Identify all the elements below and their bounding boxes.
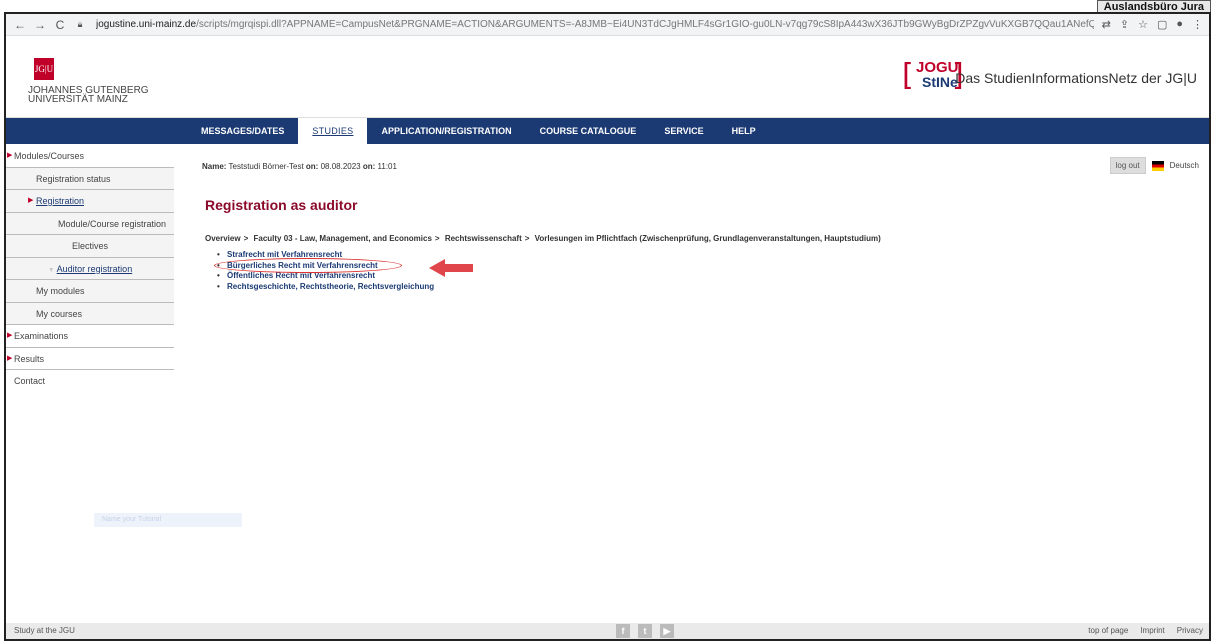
breadcrumb: Overview > Faculty 03 - Law, Management, … (205, 234, 881, 243)
browser-toolbar: ← → C 🔒︎ jogustine.uni-mainz.de/scripts/… (6, 14, 1209, 36)
profile-icon[interactable]: ● (1176, 18, 1183, 31)
social-links: f t ▶ (616, 624, 674, 638)
youtube-icon[interactable]: ▶ (660, 624, 674, 638)
footer-links: top of page Imprint Privacy (1088, 623, 1203, 639)
page-title: Registration as auditor (205, 197, 358, 213)
bracket-left-icon: [ (902, 58, 914, 93)
name-value: Teststudi Börner-Test (228, 162, 304, 171)
back-icon[interactable]: ← (12, 18, 28, 32)
footer-study-link[interactable]: Study at the JGU (14, 623, 75, 639)
nav-messages[interactable]: MESSAGES/DATES (187, 118, 298, 144)
nav-help[interactable]: HELP (718, 118, 770, 144)
sidebar-item-contact[interactable]: Contact (6, 370, 174, 393)
sidebar-label: Module/Course registration (58, 218, 167, 229)
sidebar-item-registration[interactable]: ▶ Registration (6, 190, 174, 213)
login-date: 08.08.2023 (320, 162, 361, 171)
sidebar-label: Registration (36, 196, 85, 206)
breadcrumb-separator: > (434, 234, 440, 243)
breadcrumb-item[interactable]: Rechtswissenschaft (445, 234, 522, 243)
sidebar-item-modules-courses[interactable]: ▶ Modules/Courses (6, 145, 174, 168)
language-link[interactable]: Deutsch (1170, 161, 1199, 170)
sidebar-label: Results (14, 353, 45, 364)
red-arrow-annotation (429, 259, 473, 277)
address-bar[interactable]: jogustine.uni-mainz.de/scripts/mgrqispi.… (96, 17, 1094, 33)
sidepanel-icon[interactable]: ▢ (1157, 18, 1167, 31)
sidebar-item-my-courses[interactable]: My courses (6, 302, 174, 325)
content-area: ▶ Modules/Courses Registration status ▶ Re… (6, 145, 1209, 623)
sidebar-item-module-course-registration[interactable]: Module/Course registration (6, 212, 174, 235)
triangle-right-icon: ▶ (28, 197, 34, 204)
nav-catalogue[interactable]: COURSE CATALOGUE (526, 118, 651, 144)
breadcrumb-separator: > (243, 234, 249, 243)
name-label: Name: (202, 162, 227, 171)
sidebar-label: Contact (14, 376, 46, 386)
sidebar-label: My courses (36, 308, 83, 319)
main-nav: MESSAGES/DATES STUDIES APPLICATION/REGIS… (6, 118, 1209, 144)
jgu-logo[interactable]: JG|U (34, 58, 54, 80)
nav-application[interactable]: APPLICATION/REGISTRATION (367, 118, 525, 144)
list-item[interactable]: Öffentliches Recht mit Verfahrensrecht (217, 271, 434, 282)
url-domain: jogustine.uni-mainz.de (96, 18, 197, 30)
jgu-wordmark: JOHANNES GUTENBERG UNIVERSITÄT MAINZ (28, 86, 149, 105)
breadcrumb-item[interactable]: Vorlesungen im Pflichtfach (Zwischenprüf… (535, 234, 881, 243)
on-label: on: (305, 162, 319, 171)
user-info: Name: Teststudi Börner-Test on: 08.08.20… (202, 162, 397, 171)
share-icon[interactable]: ⇪ (1120, 18, 1129, 31)
nav-service[interactable]: SERVICE (650, 118, 717, 144)
star-icon[interactable]: ☆ (1138, 18, 1148, 31)
sidebar-item-auditor-registration[interactable]: ▼ Auditor registration (6, 257, 174, 280)
main-content: Name: Teststudi Börner-Test on: 08.08.20… (202, 145, 1209, 623)
sidebar-label: Registration status (36, 173, 111, 184)
sidebar-label: Auditor registration (56, 263, 133, 274)
breadcrumb-item[interactable]: Faculty 03 - Law, Management, and Econom… (253, 234, 431, 243)
logout-button[interactable]: log out (1109, 157, 1146, 174)
account-controls: log out Deutsch (1109, 157, 1199, 174)
sidebar-item-examinations[interactable]: ▶ Examinations (6, 325, 174, 348)
triangle-right-icon: ▶ (7, 332, 13, 339)
highlight-circle (214, 257, 402, 273)
imprint-link[interactable]: Imprint (1140, 623, 1164, 639)
triangle-down-icon: ▼ (47, 266, 57, 274)
sidebar: ▶ Modules/Courses Registration status ▶ Re… (6, 145, 174, 623)
course-list: Strafrecht mit Verfahrensrecht Bürgerlic… (214, 250, 434, 293)
sidebar-label: Modules/Courses (14, 151, 85, 161)
translate-icon[interactable]: ⇄ (1102, 18, 1111, 31)
sidebar-item-results[interactable]: ▶ Results (6, 348, 174, 370)
sidebar-item-my-modules[interactable]: My modules (6, 280, 174, 303)
sidebar-item-registration-status[interactable]: Registration status (6, 167, 174, 190)
sidebar-label: Electives (71, 241, 108, 251)
jgu-line2: UNIVERSITÄT MAINZ (28, 94, 128, 105)
menu-icon[interactable]: ⋮ (1192, 18, 1203, 31)
list-item[interactable]: Rechtsgeschichte, Rechtstheorie, Rechtsv… (217, 282, 434, 293)
facebook-icon[interactable]: f (616, 624, 630, 638)
privacy-link[interactable]: Privacy (1177, 623, 1203, 639)
nav-studies[interactable]: STUDIES (298, 118, 368, 144)
browser-window: ← → C 🔒︎ jogustine.uni-mainz.de/scripts/… (4, 12, 1211, 641)
german-flag-icon[interactable] (1151, 160, 1164, 171)
triangle-right-icon: ▶ (7, 152, 13, 159)
on-label: on: (362, 162, 376, 171)
twitter-icon[interactable]: t (638, 624, 652, 638)
sidebar-item-electives[interactable]: Electives (6, 235, 174, 258)
top-of-page-link[interactable]: top of page (1088, 623, 1128, 639)
login-time: 11:01 (377, 162, 397, 171)
breadcrumb-item[interactable]: Overview (205, 234, 241, 243)
site-footer: Study at the JGU f t ▶ top of page Impri… (6, 623, 1209, 639)
sidebar-label: My modules (36, 286, 85, 296)
site-tagline: Das StudienInformationsNetz der JG|U (955, 70, 1197, 86)
triangle-right-icon: ▶ (7, 354, 13, 362)
breadcrumb-separator: > (524, 234, 530, 243)
site-header: JG|U JOHANNES GUTENBERG UNIVERSITÄT MAIN… (6, 36, 1209, 118)
lock-icon: 🔒︎ (77, 19, 83, 29)
list-item[interactable]: Bürgerliches Recht mit Verfahrensrecht (214, 257, 434, 273)
forward-icon[interactable]: → (32, 18, 48, 32)
sidebar-label: Examinations (14, 331, 69, 341)
reload-icon[interactable]: C (52, 18, 68, 32)
url-path: /scripts/mgrqispi.dll?APPNAME=CampusNet&… (196, 18, 1094, 30)
